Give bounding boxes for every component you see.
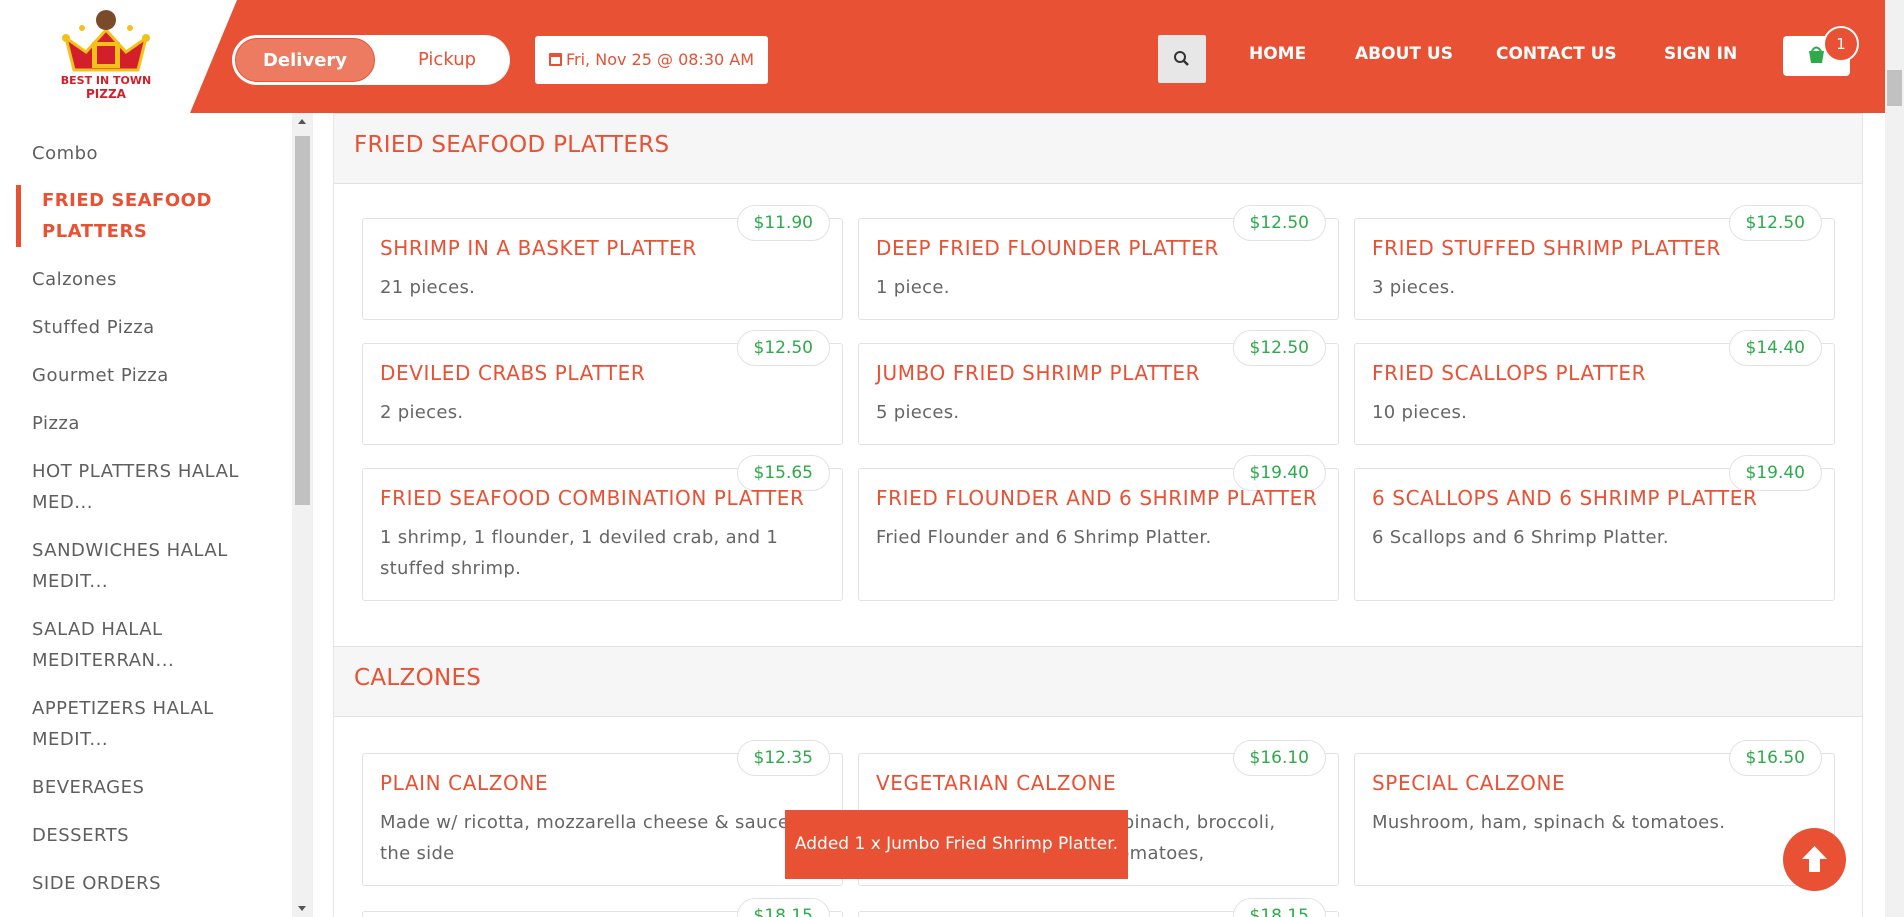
logo-text-top: BEST IN TOWN [61,74,151,87]
menu-item-title: DEEP FRIED FLOUNDER PLATTER [876,236,1219,260]
sidebar-item-fried-seafood-platters[interactable]: FRIED SEAFOOD PLATTERS [16,185,216,247]
menu-item-card[interactable]: $11.90 SHRIMP IN A BASKET PLATTER 21 pie… [362,205,843,320]
menu-item-title: SHRIMP IN A BASKET PLATTER [380,236,697,260]
page-scrollbar-thumb[interactable] [1887,70,1902,106]
price-badge: $12.50 [1728,205,1822,241]
sidebar-item-salad[interactable]: SALAD HALAL MEDITERRAN... [32,614,242,676]
section-title: CALZONES [354,665,482,691]
sidebar-scrollbar[interactable] [292,113,313,917]
menu-item-description: 1 piece. [876,277,950,298]
menu-item-title: FRIED SCALLOPS PLATTER [1372,361,1647,385]
menu-item-description: 2 pieces. [380,402,464,423]
menu-item-card[interactable]: $12.35 PLAIN CALZONE Made w/ ricotta, mo… [362,740,843,886]
menu-item-card[interactable]: $12.50 JUMBO FRIED SHRIMP PLATTER 5 piec… [858,330,1339,445]
calendar-icon [548,53,562,66]
price-badge: $12.50 [736,330,830,366]
nav-home[interactable]: HOME [1249,44,1306,64]
price-badge: $18.15 [1232,898,1326,917]
price-badge: $14.40 [1728,330,1822,366]
nav-contact-us[interactable]: CONTACT US [1496,44,1617,64]
schedule-date-label: Fri, Nov 25 @ 08:30 AM [565,50,755,69]
menu-item-description: 3 pieces. [1372,277,1456,298]
sidebar-item-hot-platters[interactable]: HOT PLATTERS HALAL MED... [32,456,242,518]
price-badge: $16.10 [1232,740,1326,776]
menu-item-description: 5 pieces. [876,402,960,423]
search-icon [1174,51,1189,66]
section-header: FRIED SEAFOOD PLATTERS [334,113,1862,184]
added-to-cart-toast: Added 1 x Jumbo Fried Shrimp Platter. [785,810,1128,879]
scroll-up-arrow-icon[interactable] [298,119,306,124]
scroll-to-top-button[interactable] [1783,828,1846,891]
menu-item-title: FRIED SEAFOOD COMBINATION PLATTER [380,486,805,510]
cart-count-badge: 1 [1823,26,1859,62]
site-header: BEST IN TOWN PIZZA Delivery Pickup Fri, … [0,0,1885,113]
section-header: CALZONES [334,646,1862,717]
menu-item-card[interactable]: $18.15 [362,898,843,917]
arrow-up-icon [1802,846,1827,872]
menu-item-title: 6 SCALLOPS AND 6 SHRIMP PLATTER [1372,486,1758,510]
menu-item-card[interactable]: $16.50 SPECIAL CALZONE Mushroom, ham, sp… [1354,740,1835,886]
menu-item-description: 1 shrimp, 1 flounder, 1 deviled crab, an… [380,527,779,579]
sidebar-item-sandwiches[interactable]: SANDWICHES HALAL MEDIT... [32,535,242,597]
menu-item-description: 10 pieces. [1372,402,1468,423]
price-badge: $12.35 [736,740,830,776]
search-button[interactable] [1158,35,1206,83]
menu-item-description: 6 Scallops and 6 Shrimp Platter. [1372,527,1669,548]
menu-item-description: 21 pieces. [380,277,476,298]
menu-item-card[interactable]: $12.50 DEEP FRIED FLOUNDER PLATTER 1 pie… [858,205,1339,320]
category-sidebar: Combo FRIED SEAFOOD PLATTERS Calzones St… [0,113,313,917]
menu-item-title: PLAIN CALZONE [380,771,549,795]
menu-content: FRIED SEAFOOD PLATTERS $11.90 SHRIMP IN … [333,113,1863,917]
menu-item-card[interactable]: $12.50 DEVILED CRABS PLATTER 2 pieces. [362,330,843,445]
price-badge: $12.50 [1232,330,1326,366]
menu-item-card[interactable]: $18.15 [858,898,1339,917]
sidebar-item-desserts[interactable]: DESSERTS [32,820,129,851]
menu-item-title: DEVILED CRABS PLATTER [380,361,646,385]
nav-about-us[interactable]: ABOUT US [1355,44,1453,64]
menu-item-card[interactable]: $14.40 FRIED SCALLOPS PLATTER 10 pieces. [1354,330,1835,445]
section-title: FRIED SEAFOOD PLATTERS [354,132,670,158]
scroll-down-arrow-icon[interactable] [298,906,306,911]
menu-item-card[interactable]: $19.40 FRIED FLOUNDER AND 6 SHRIMP PLATT… [858,455,1339,601]
sidebar-item-stuffed-pizza[interactable]: Stuffed Pizza [32,312,155,343]
sidebar-item-gourmet-pizza[interactable]: Gourmet Pizza [32,360,169,391]
sidebar-item-pizza[interactable]: Pizza [32,408,80,439]
menu-item-title: JUMBO FRIED SHRIMP PLATTER [876,361,1201,385]
menu-item-description: Mushroom, ham, spinach & tomatoes. [1372,812,1726,833]
menu-item-description: Fried Flounder and 6 Shrimp Platter. [876,527,1212,548]
schedule-date-button[interactable]: Fri, Nov 25 @ 08:30 AM [535,36,768,84]
menu-item-card[interactable]: $19.40 6 SCALLOPS AND 6 SHRIMP PLATTER 6… [1354,455,1835,601]
sidebar-scrollbar-thumb[interactable] [295,136,310,505]
nav-sign-in[interactable]: SIGN IN [1664,44,1737,64]
sidebar-item-beverages[interactable]: BEVERAGES [32,772,144,803]
menu-item-description: Spinach, broccoli, tomatoes, [1111,812,1276,864]
menu-item-card[interactable]: $12.50 FRIED STUFFED SHRIMP PLATTER 3 pi… [1354,205,1835,320]
price-badge: $16.50 [1728,740,1822,776]
order-type-toggle: Delivery Pickup [232,35,510,85]
sidebar-item-combo[interactable]: Combo [32,138,98,169]
menu-item-card[interactable]: $15.65 FRIED SEAFOOD COMBINATION PLATTER… [362,455,843,601]
sidebar-item-calzones[interactable]: Calzones [32,264,117,295]
delivery-button[interactable]: Delivery [235,38,375,82]
price-badge: $11.90 [736,205,830,241]
price-badge: $12.50 [1232,205,1326,241]
sidebar-item-side-orders[interactable]: SIDE ORDERS [32,868,161,899]
menu-item-description: Made w/ ricotta, mozzarella cheese & sau… [380,812,819,864]
sidebar-item-appetizers[interactable]: APPETIZERS HALAL MEDIT... [32,693,242,755]
price-badge: $18.15 [736,898,830,917]
menu-item-title: SPECIAL CALZONE [1372,771,1566,795]
menu-item-title: FRIED FLOUNDER AND 6 SHRIMP PLATTER [876,486,1318,510]
menu-item-title: FRIED STUFFED SHRIMP PLATTER [1372,236,1722,260]
menu-item-title: VEGETARIAN CALZONE [876,771,1117,795]
logo-icon[interactable]: BEST IN TOWN PIZZA [52,8,160,104]
pickup-button[interactable]: Pickup [392,35,502,85]
page-scrollbar[interactable] [1885,0,1904,917]
logo-text-bottom: PIZZA [86,87,127,101]
